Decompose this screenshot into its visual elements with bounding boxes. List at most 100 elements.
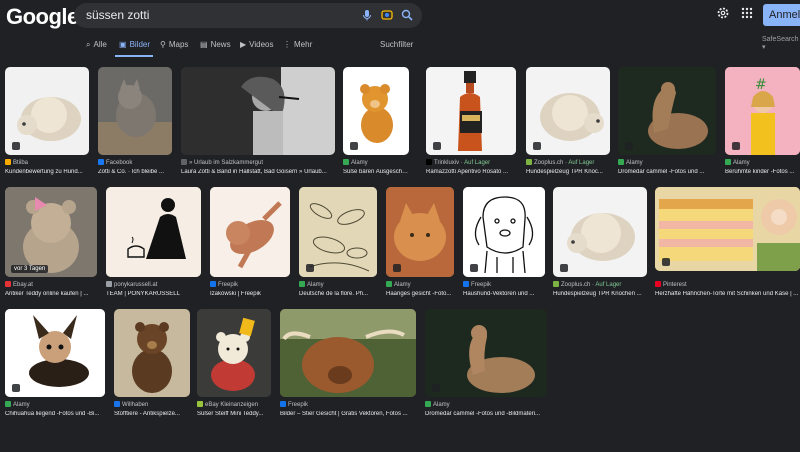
result-title[interactable]: Stofftiere - Antikspielze... [114, 411, 190, 417]
lens-icon[interactable] [380, 8, 394, 22]
result-thumbnail[interactable] [426, 67, 516, 155]
result-source: Trinkluxiv · Auf Lager [426, 159, 516, 166]
image-type-icon [432, 384, 440, 392]
search-box[interactable]: süssen zotti [74, 3, 422, 28]
result-source: Alamy [725, 159, 800, 166]
site-favicon [526, 159, 532, 165]
play-icon: ▶ [240, 40, 247, 49]
result-title[interactable]: Haushund-Vektoren und ... [463, 291, 545, 297]
site-favicon [5, 281, 11, 287]
image-type-icon [393, 264, 401, 272]
result-thumbnail[interactable] [181, 67, 335, 155]
result-thumbnail[interactable] [655, 187, 800, 271]
site-favicon [553, 281, 559, 287]
tools-button[interactable]: Suchfilter [380, 40, 413, 49]
result-title[interactable]: TEAM | PONYKARUSSELL [106, 291, 201, 297]
result-source: Alamy [618, 159, 716, 166]
safesearch-toggle[interactable]: SafeSearch ▾ [762, 36, 800, 51]
result-title[interactable]: Hundespielzeug TPR Knoc... [526, 169, 610, 175]
search-input[interactable]: süssen zotti [86, 8, 149, 22]
source-label: Alamy [733, 160, 750, 166]
tab-all[interactable]: ⌕ Alle [86, 40, 107, 50]
result-source: eBay Kleinanzeigen [197, 401, 271, 408]
search-tabs: ⌕ Alle ▣ Bilder ⚲ Maps ▤ News ▶ Videos ⋮ Mehr … [0, 34, 800, 58]
result-thumbnail[interactable] [106, 187, 201, 277]
result-title[interactable]: Laura Zotti & Band in Hallstatt, Bad Goi… [181, 169, 335, 175]
result-title[interactable]: Süßer Steiff Mini Teddy... [197, 411, 271, 417]
result-title[interactable]: Bilder – Stier Gesicht | Gratis Vektoren… [280, 411, 416, 417]
source-label: eBay Kleinanzeigen [205, 402, 259, 408]
result-thumbnail[interactable] [553, 187, 647, 277]
site-favicon [618, 159, 624, 165]
result-thumbnail[interactable] [197, 309, 271, 397]
result-thumbnail[interactable] [5, 67, 89, 155]
result-thumbnail[interactable] [280, 309, 416, 397]
result-title[interactable]: Dromedar cammel -Fotos und ... [618, 169, 716, 175]
apps-grid-icon[interactable] [740, 6, 754, 20]
gear-icon[interactable] [716, 6, 730, 20]
result-title[interactable]: Berühmte kinder -Fotos ... [725, 169, 800, 175]
result-title[interactable]: Dromedar cammel -Fotos und -Bildmateri..… [425, 411, 547, 417]
result-title[interactable]: Hundespielzeug TPR Knochen ... [553, 291, 647, 297]
tab-label: Bilder [129, 40, 151, 49]
sign-in-button[interactable]: Anmelde [763, 4, 800, 26]
result-thumbnail[interactable] [98, 67, 172, 155]
site-favicon [655, 281, 661, 287]
result-thumbnail[interactable] [5, 309, 105, 397]
source-label: Facebook [106, 160, 133, 166]
source-label: Zooplus.ch · [561, 282, 595, 288]
result-title[interactable]: Süße bären Ausgeschn... [343, 169, 409, 175]
result-thumbnail[interactable] [386, 187, 454, 277]
result-thumbnail[interactable] [463, 187, 545, 277]
result-title[interactable]: Deutsche de la flore. Ph... [299, 291, 377, 297]
result-thumbnail[interactable] [343, 67, 409, 155]
tab-more[interactable]: ⋮ Mehr [283, 40, 312, 49]
source-label: Alamy [351, 160, 368, 166]
tab-maps[interactable]: ⚲ Maps [160, 40, 188, 49]
tab-label: Alle [93, 40, 107, 49]
result-title[interactable]: Kundenbewertung zu Hund... [5, 169, 89, 175]
tab-news[interactable]: ▤ News [200, 40, 231, 49]
site-favicon [299, 281, 305, 287]
source-label: ponykarussell.at [114, 282, 158, 288]
tab-videos[interactable]: ▶ Videos [240, 40, 273, 49]
site-favicon [181, 159, 187, 165]
site-favicon [106, 281, 112, 287]
image-type-icon [625, 142, 633, 150]
result-source: Facebook [98, 159, 172, 166]
result-thumbnail[interactable] [618, 67, 716, 155]
result-thumbnail[interactable] [210, 187, 290, 277]
site-favicon [386, 281, 392, 287]
result-title[interactable]: Ramazzotti Aperitivo Rosato ... [426, 169, 516, 175]
result-thumbnail[interactable] [299, 187, 377, 277]
result-title[interactable]: Herzhafte Hähnchen-Torte mit Schinken un… [655, 291, 800, 297]
site-favicon [725, 159, 731, 165]
result-title[interactable]: Zotti & Co. · Ich bleibe ... [98, 169, 172, 175]
result-thumbnail[interactable] [114, 309, 190, 397]
google-logo[interactable]: Google [6, 4, 79, 30]
microphone-icon[interactable] [360, 8, 374, 22]
result-source: Zooplus.ch · Auf Lager [526, 159, 610, 166]
stock-status: Auf Lager [568, 160, 595, 166]
result-title[interactable]: Haariges gesicht -Foto... [386, 291, 454, 297]
source-label: Ebay.at [13, 282, 33, 288]
image-type-icon [350, 142, 358, 150]
source-label: Freepik [218, 282, 239, 288]
top-bar: Google süssen zotti Anmelde [0, 0, 800, 34]
result-title[interactable]: Antiker Teddy online kaufen | ... [5, 291, 97, 297]
result-title[interactable]: Chihuahua liegend -Fotos und -Bi... [5, 411, 105, 417]
result-source: » Urlaub im Salzkammergut [181, 159, 335, 166]
source-label: Alamy [13, 402, 30, 408]
result-thumbnail[interactable] [526, 67, 610, 155]
more-vert-icon: ⋮ [283, 40, 291, 49]
tab-images[interactable]: ▣ Bilder [119, 40, 150, 49]
result-thumbnail[interactable]: # [725, 67, 800, 155]
search-icon[interactable] [400, 8, 414, 22]
result-thumbnail[interactable] [425, 309, 547, 397]
result-thumbnail[interactable]: vor 3 Tagen [5, 187, 97, 277]
result-title[interactable]: Izakowski | Freepik [210, 291, 290, 297]
result-source: ponykarussell.at [106, 281, 201, 288]
result-source: Freepik [463, 281, 545, 288]
time-badge: vor 3 Tagen [11, 265, 49, 273]
news-icon: ▤ [200, 40, 208, 49]
